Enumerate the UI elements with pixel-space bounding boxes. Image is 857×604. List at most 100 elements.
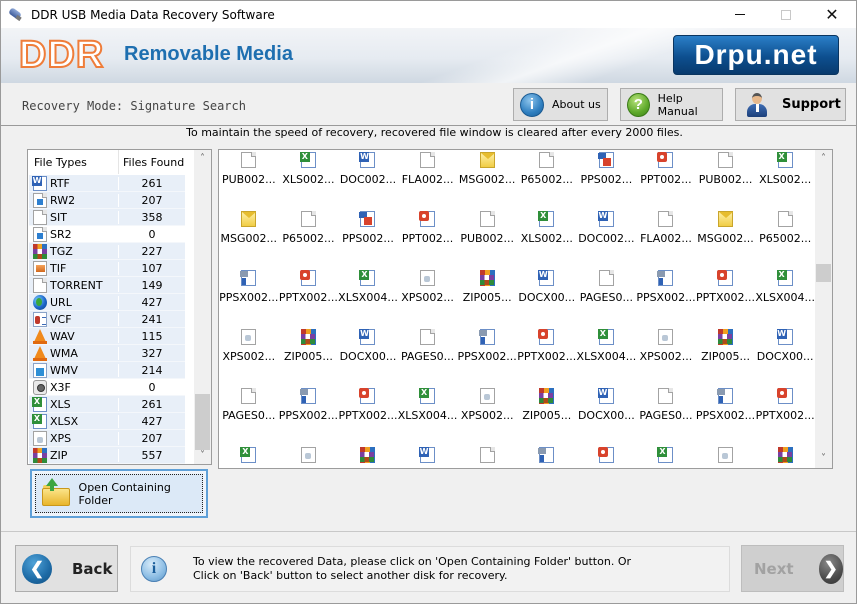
scroll-up-arrow-icon[interactable]: ˄ bbox=[815, 150, 832, 167]
file-type-row[interactable]: TGZ 227 bbox=[29, 243, 185, 260]
recovered-file-item[interactable]: PPSX002... bbox=[219, 268, 279, 327]
file-type-row[interactable]: TORRENT 149 bbox=[29, 277, 185, 294]
file-type-row[interactable]: RTF 261 bbox=[29, 175, 185, 192]
scroll-up-arrow-icon[interactable]: ˄ bbox=[194, 150, 211, 167]
recovered-file-item[interactable]: MSG002... bbox=[219, 209, 279, 268]
file-type-row[interactable]: XLSX 427 bbox=[29, 413, 185, 430]
recovered-file-item[interactable]: PAGES0... bbox=[398, 327, 458, 386]
recovered-file-item[interactable] bbox=[457, 445, 517, 468]
recovered-file-item[interactable]: DOCX00... bbox=[517, 268, 577, 327]
help-manual-button[interactable]: ? Help Manual bbox=[620, 88, 723, 121]
recovered-file-item[interactable]: PPT002... bbox=[398, 209, 458, 268]
recovered-file-item[interactable]: PPSX002... bbox=[457, 327, 517, 386]
scroll-down-arrow-icon[interactable]: ˅ bbox=[815, 450, 832, 467]
recovered-file-item[interactable] bbox=[279, 445, 339, 468]
recovered-file-item[interactable]: PUB002... bbox=[457, 209, 517, 268]
recovered-file-item[interactable]: XLS002... bbox=[755, 150, 815, 209]
recovered-file-item[interactable]: DOCX00... bbox=[577, 386, 637, 445]
minimize-button[interactable] bbox=[717, 1, 763, 28]
recovered-file-item[interactable]: P65002... bbox=[279, 209, 339, 268]
column-header-file-types[interactable]: File Types bbox=[28, 150, 119, 174]
recovered-file-item[interactable]: XLS002... bbox=[517, 209, 577, 268]
file-type-row[interactable]: URL 427 bbox=[29, 294, 185, 311]
recovered-file-item[interactable]: FLA002... bbox=[398, 150, 458, 209]
file-type-row[interactable]: RW2 207 bbox=[29, 192, 185, 209]
back-button[interactable]: ❮ Back bbox=[15, 545, 118, 592]
recovered-file-item[interactable]: PPTX002... bbox=[696, 268, 756, 327]
recovered-file-item[interactable]: PPSX002... bbox=[636, 268, 696, 327]
recovered-file-item[interactable]: ZIP005... bbox=[696, 327, 756, 386]
recovered-file-item[interactable]: PPTX002... bbox=[517, 327, 577, 386]
column-header-files-found[interactable]: Files Found bbox=[119, 150, 194, 174]
recovered-file-item[interactable]: MSG002... bbox=[696, 209, 756, 268]
recovered-file-item[interactable]: XPS002... bbox=[398, 268, 458, 327]
close-button[interactable]: ✕ bbox=[809, 1, 855, 28]
recovered-file-item[interactable] bbox=[219, 445, 279, 468]
recovered-file-item[interactable]: PUB002... bbox=[219, 150, 279, 209]
recovered-file-item[interactable]: XPS002... bbox=[636, 327, 696, 386]
file-type-row[interactable]: VCF 241 bbox=[29, 311, 185, 328]
recovered-file-item[interactable] bbox=[398, 445, 458, 468]
recovered-file-item[interactable]: ZIP005... bbox=[279, 327, 339, 386]
file-type-row[interactable]: SIT 358 bbox=[29, 209, 185, 226]
recovered-file-item[interactable]: XLSX004... bbox=[338, 268, 398, 327]
recovered-file-item[interactable] bbox=[636, 445, 696, 468]
recovered-file-item[interactable]: FLA002... bbox=[636, 209, 696, 268]
recovered-file-item[interactable]: PPS002... bbox=[338, 209, 398, 268]
recovered-file-item[interactable]: PPTX002... bbox=[279, 268, 339, 327]
recovered-file-item[interactable]: PAGES0... bbox=[577, 268, 637, 327]
file-type-row[interactable]: TIF 107 bbox=[29, 260, 185, 277]
recovered-file-item[interactable] bbox=[696, 445, 756, 468]
file-type-name: WAV bbox=[50, 329, 75, 343]
files-scrollbar[interactable]: ˄ ˅ bbox=[815, 150, 832, 468]
recovered-file-item[interactable]: PAGES0... bbox=[219, 386, 279, 445]
recovered-file-item[interactable] bbox=[755, 445, 815, 468]
recovered-file-item[interactable]: XPS002... bbox=[219, 327, 279, 386]
next-button[interactable]: Next ❯ bbox=[741, 545, 844, 592]
scroll-down-arrow-icon[interactable]: ˅ bbox=[194, 447, 211, 464]
recovered-file-item[interactable]: ZIP005... bbox=[457, 268, 517, 327]
recovered-file-item[interactable]: XLS002... bbox=[279, 150, 339, 209]
file-type-row[interactable]: ZIP 557 bbox=[29, 447, 185, 464]
file-type-row[interactable]: WMA 327 bbox=[29, 345, 185, 362]
file-type-row[interactable]: X3F 0 bbox=[29, 379, 185, 396]
file-type-row[interactable]: WMV 214 bbox=[29, 362, 185, 379]
recovered-file-item[interactable]: PPTX002... bbox=[338, 386, 398, 445]
recovered-file-item[interactable]: PPTX002... bbox=[755, 386, 815, 445]
recovered-file-item[interactable]: P65002... bbox=[755, 209, 815, 268]
recovered-file-item[interactable] bbox=[517, 445, 577, 468]
recovered-file-item[interactable]: DOC002... bbox=[577, 209, 637, 268]
recovered-file-item[interactable]: DOCX00... bbox=[338, 327, 398, 386]
recovered-file-item[interactable]: XLSX004... bbox=[577, 327, 636, 386]
recovered-file-item[interactable]: PAGES0... bbox=[636, 386, 696, 445]
recovered-file-item[interactable] bbox=[338, 445, 398, 468]
file-type-row[interactable]: SR2 0 bbox=[29, 226, 185, 243]
recovered-file-item[interactable]: PUB002... bbox=[696, 150, 756, 209]
recovered-file-item[interactable]: MSG002... bbox=[457, 150, 517, 209]
recovered-file-item[interactable]: XPS002... bbox=[457, 386, 517, 445]
scrollbar-thumb[interactable] bbox=[816, 264, 831, 282]
recovered-file-item[interactable]: PPS002... bbox=[577, 150, 637, 209]
recovered-file-item[interactable]: XLSX004... bbox=[398, 386, 457, 445]
file-types-scrollbar[interactable]: ˄ ˅ bbox=[194, 150, 211, 464]
file-type-row[interactable]: XLS 261 bbox=[29, 396, 185, 413]
about-us-button[interactable]: i About us bbox=[513, 88, 608, 121]
recovered-file-item[interactable]: PPSX002... bbox=[279, 386, 339, 445]
recovered-file-item[interactable]: DOCX00... bbox=[755, 327, 815, 386]
recovered-file-item[interactable] bbox=[577, 445, 637, 468]
recovered-file-item[interactable]: PPT002... bbox=[636, 150, 696, 209]
file-name: FLA002... bbox=[401, 173, 454, 186]
recovered-file-item[interactable]: P65002... bbox=[517, 150, 577, 209]
file-type-row[interactable]: XPS 207 bbox=[29, 430, 185, 447]
file-type-row[interactable]: WAV 115 bbox=[29, 328, 185, 345]
support-button[interactable]: Support bbox=[735, 88, 846, 121]
recovered-file-item[interactable]: PPSX002... bbox=[696, 386, 756, 445]
recovered-file-item[interactable]: XLSX004... bbox=[755, 268, 815, 327]
drpu-link-badge[interactable]: Drpu.net bbox=[673, 35, 839, 75]
recovered-file-item[interactable]: ZIP005... bbox=[517, 386, 577, 445]
files-found-count: 241 bbox=[118, 312, 185, 326]
scrollbar-thumb[interactable] bbox=[195, 394, 210, 450]
open-containing-folder-button[interactable]: Open Containing Folder bbox=[30, 469, 208, 518]
recovered-file-item[interactable]: DOC002... bbox=[338, 150, 398, 209]
maximize-button[interactable] bbox=[763, 1, 809, 28]
